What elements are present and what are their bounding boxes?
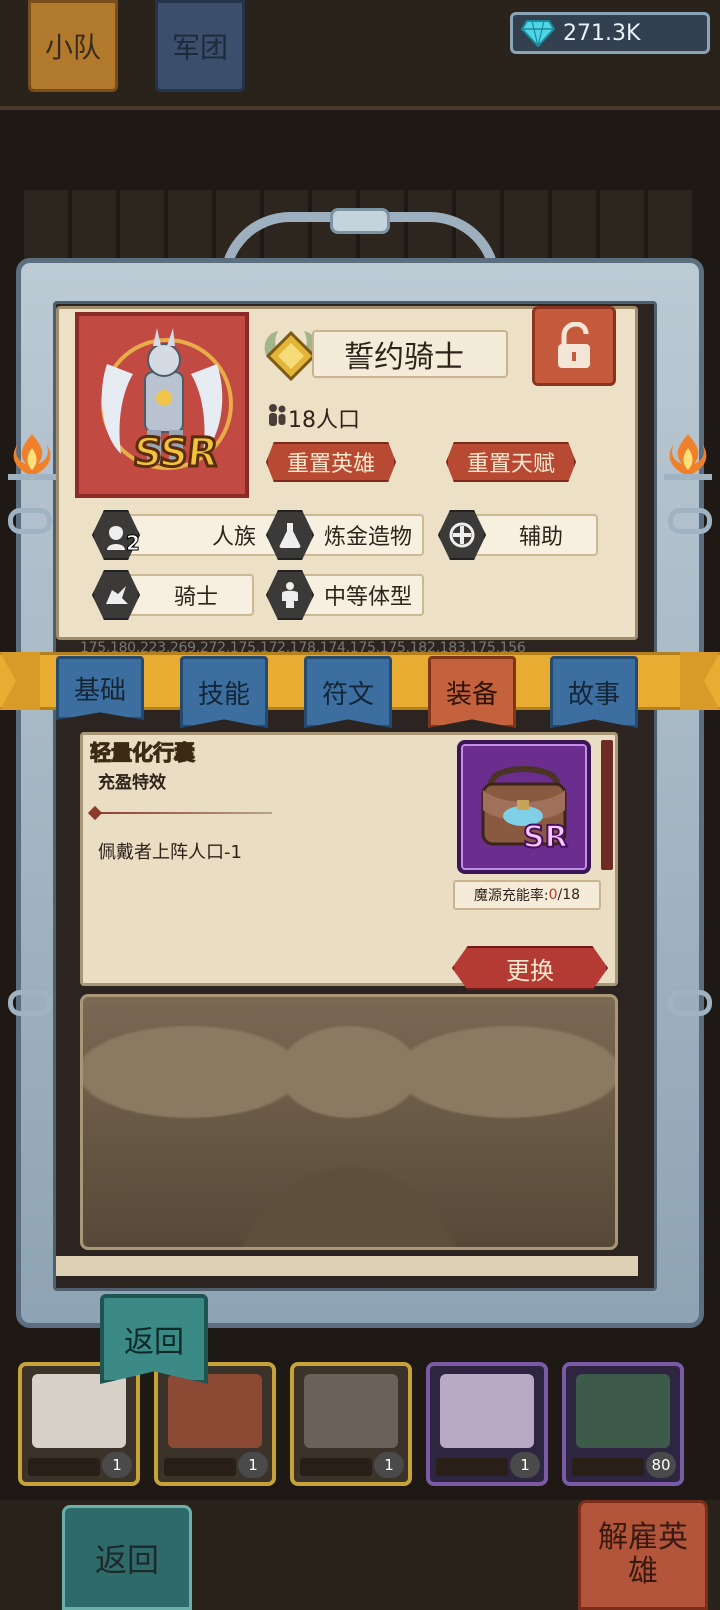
chain-icon <box>668 508 712 534</box>
hero-card-art <box>168 1374 262 1448</box>
back-button[interactable]: 返回 <box>100 1294 208 1384</box>
trait-label: 辅助 <box>468 514 598 556</box>
frame-knob <box>330 208 390 234</box>
charge-rate: 魔源充能率: 0 /18 <box>453 880 601 910</box>
tab-basic[interactable]: 基础 <box>56 656 144 720</box>
scrollbar[interactable] <box>601 740 613 870</box>
tab-equipment[interactable]: 装备 <box>428 656 516 728</box>
reset-talent-button[interactable]: 重置天赋 <box>446 442 576 482</box>
dismiss-hero-button[interactable]: 解雇英雄 <box>578 1500 708 1610</box>
hero-card[interactable]: 1 <box>290 1362 412 1486</box>
chain-icon <box>8 508 52 534</box>
hero-card-stars <box>28 1458 100 1476</box>
gem-counter: 271.3K <box>510 12 710 54</box>
equipment-description: 佩戴者上阵人口-1 <box>98 842 242 863</box>
trait-human-count: 2 <box>126 531 141 556</box>
support-cross-icon <box>438 510 486 560</box>
divider <box>90 812 272 814</box>
tab-skills[interactable]: 技能 <box>180 656 268 728</box>
hero-card-count: 1 <box>238 1452 268 1478</box>
hero-card[interactable]: 80 <box>562 1362 684 1486</box>
hero-card-count: 1 <box>510 1452 540 1478</box>
torch-icon <box>8 434 56 480</box>
equipment-name: 轻量化行囊 <box>90 741 196 766</box>
hero-card-count: 1 <box>374 1452 404 1478</box>
hero-card-stars <box>572 1458 644 1476</box>
population-count: 18人口 <box>288 408 360 433</box>
hero-card-stars <box>436 1458 508 1476</box>
trait-label: 骑士 <box>122 574 254 616</box>
panel-bottom-edge <box>56 1256 638 1276</box>
body-size-icon <box>266 570 314 620</box>
tab-legion[interactable]: 军团 <box>155 0 245 92</box>
equipment-rarity: SR <box>522 819 569 856</box>
hero-card-art <box>32 1374 126 1448</box>
charge-label: 魔源充能率: <box>473 888 549 904</box>
population-icon <box>269 404 286 426</box>
chain-icon <box>668 990 712 1016</box>
hero-card-row: 1 1 1 1 80 <box>18 1362 702 1492</box>
tab-squad[interactable]: 小队 <box>28 0 118 92</box>
knight-icon <box>92 570 140 620</box>
hero-name: 誓约骑士 <box>312 330 508 378</box>
hero-card-stars <box>164 1458 236 1476</box>
gem-value: 271.3K <box>563 20 641 46</box>
lock-button[interactable] <box>532 306 616 386</box>
diamond-icon <box>521 20 555 47</box>
hero-card-art <box>304 1374 398 1448</box>
hero-card-stars <box>300 1458 372 1476</box>
tab-runes[interactable]: 符文 <box>304 656 392 728</box>
hero-card[interactable]: 1 <box>426 1362 548 1486</box>
reset-hero-button[interactable]: 重置英雄 <box>266 442 396 482</box>
trait-label: 中等体型 <box>296 574 424 616</box>
hero-card[interactable]: 1 <box>154 1362 276 1486</box>
flask-icon <box>266 510 314 560</box>
rarity-badge: SSR <box>129 429 220 478</box>
hero-card-art <box>576 1374 670 1448</box>
replace-button[interactable]: 更换 <box>452 946 608 990</box>
charge-current: 0 <box>548 887 558 903</box>
tab-story[interactable]: 故事 <box>550 656 638 728</box>
equipment-effect-title: 充盈特效 <box>98 773 166 793</box>
trait-label: 炼金造物 <box>296 514 424 556</box>
torch-icon <box>664 434 712 480</box>
chain-icon <box>8 990 52 1016</box>
hero-card[interactable]: 1 <box>18 1362 140 1486</box>
charge-total: /18 <box>557 887 581 903</box>
hero-card-count: 80 <box>646 1452 676 1478</box>
hero-card-count: 1 <box>102 1452 132 1478</box>
hero-card-art <box>440 1374 534 1448</box>
decorative-carving <box>80 994 618 1250</box>
bottom-back-button[interactable]: 返回 <box>62 1505 192 1610</box>
unlock-icon <box>558 322 590 368</box>
